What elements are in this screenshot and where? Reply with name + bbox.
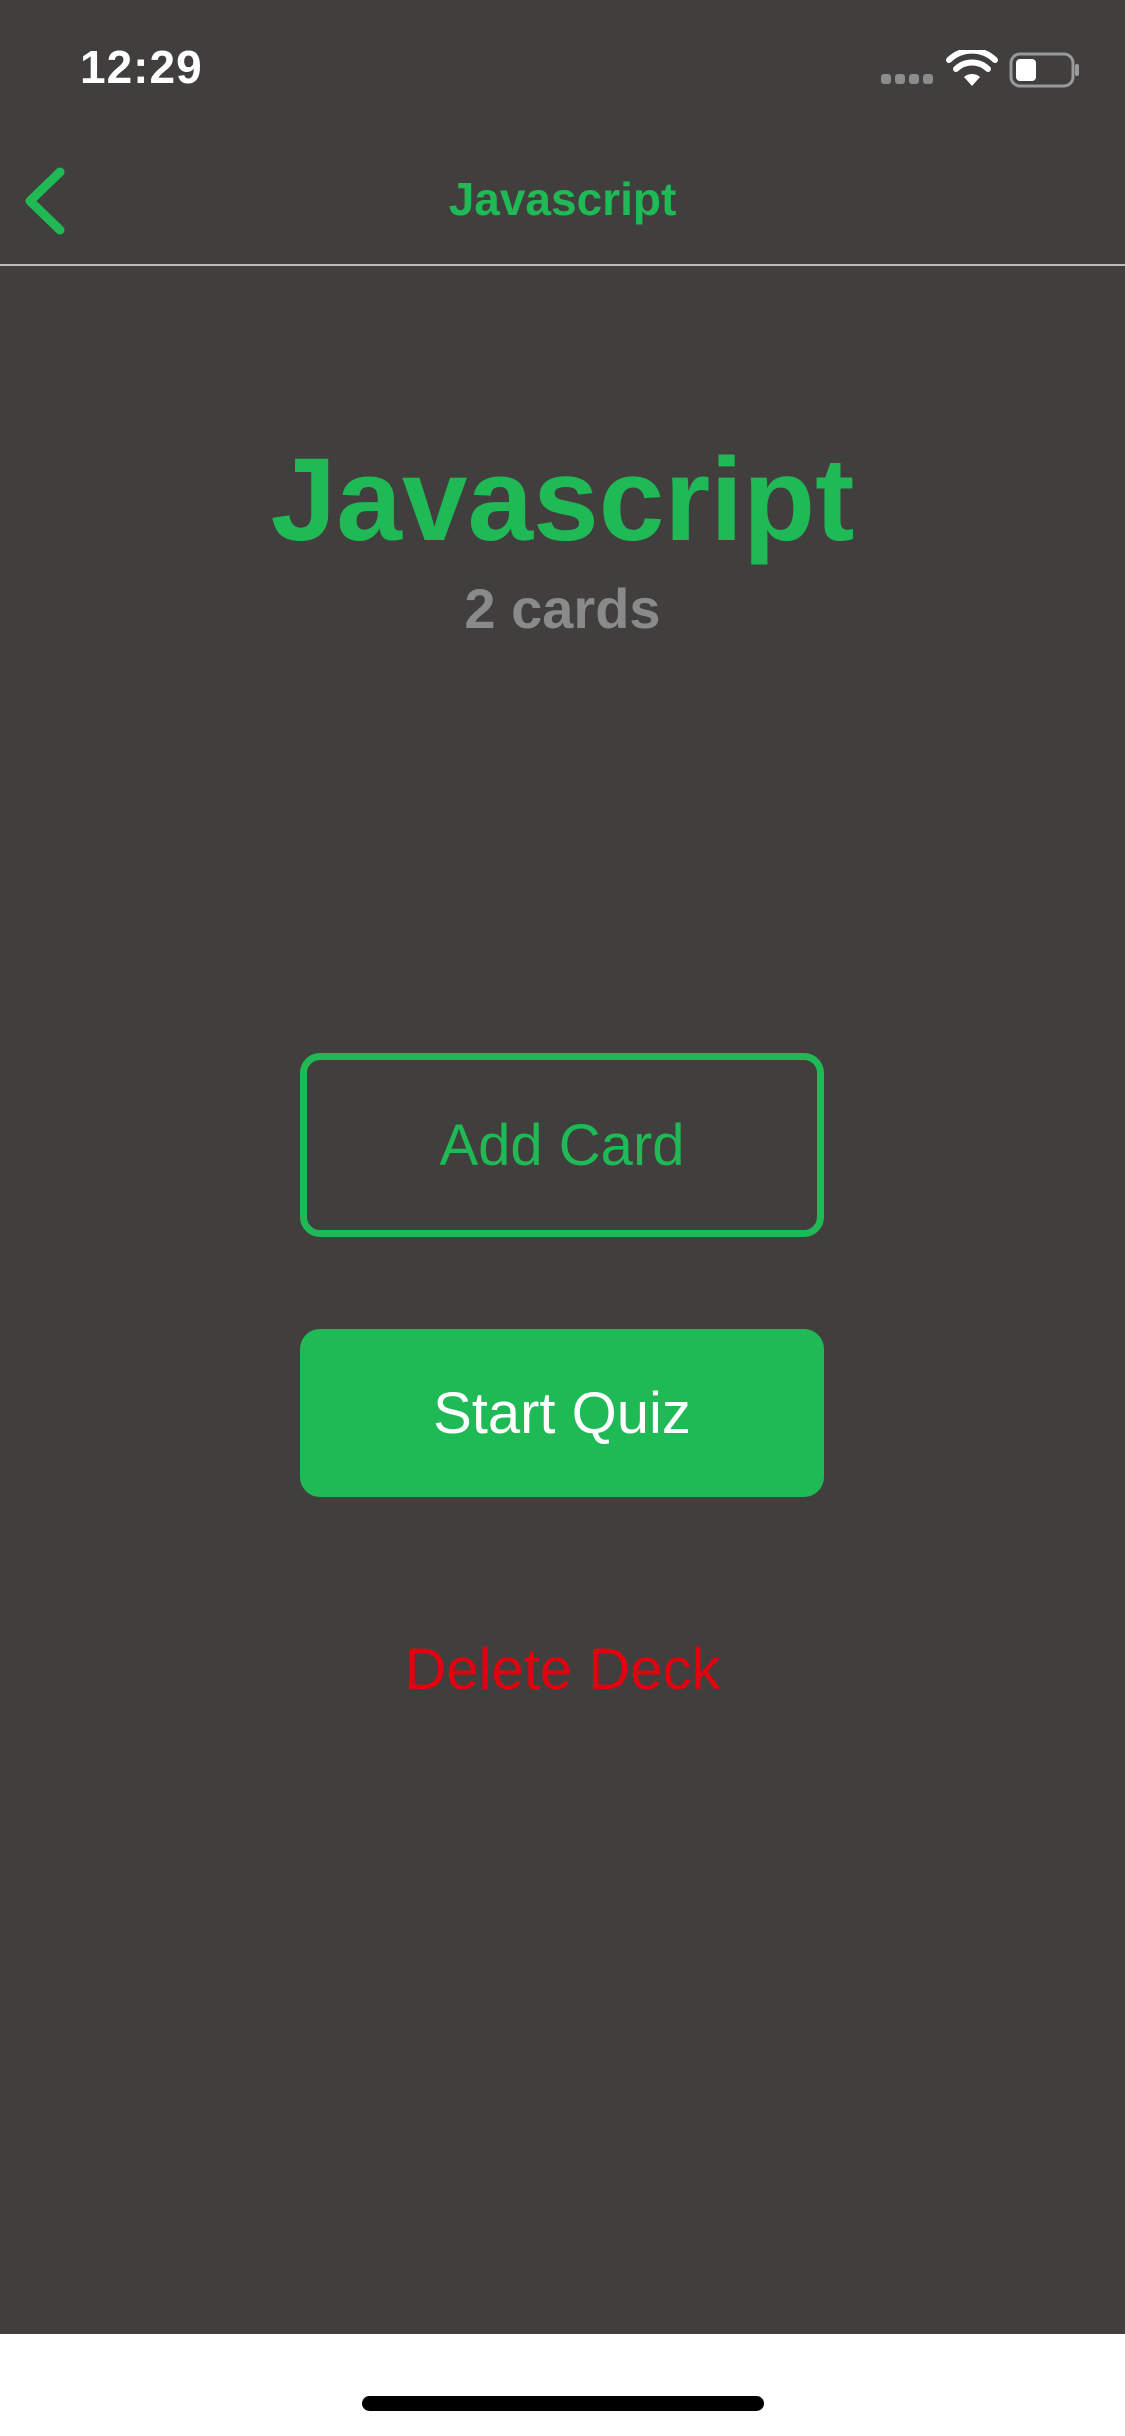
cellular-signal-icon — [881, 74, 933, 84]
start-quiz-button[interactable]: Start Quiz — [300, 1329, 824, 1497]
deck-screen: 12:29 Javascript Javascript 2 cards Add … — [0, 0, 1125, 2334]
battery-icon — [1009, 52, 1079, 88]
deck-card-count: 2 cards — [464, 577, 661, 640]
wifi-icon — [946, 50, 998, 86]
home-indicator[interactable] — [362, 2396, 764, 2411]
status-bar: 12:29 — [0, 0, 1125, 136]
add-card-button[interactable]: Add Card — [300, 1053, 824, 1237]
nav-title: Javascript — [448, 173, 677, 225]
deck-title: Javascript — [270, 434, 855, 566]
delete-deck-button[interactable]: Delete Deck — [0, 1636, 1125, 1703]
navigation-bar: Javascript — [0, 136, 1125, 266]
status-time: 12:29 — [80, 41, 203, 93]
